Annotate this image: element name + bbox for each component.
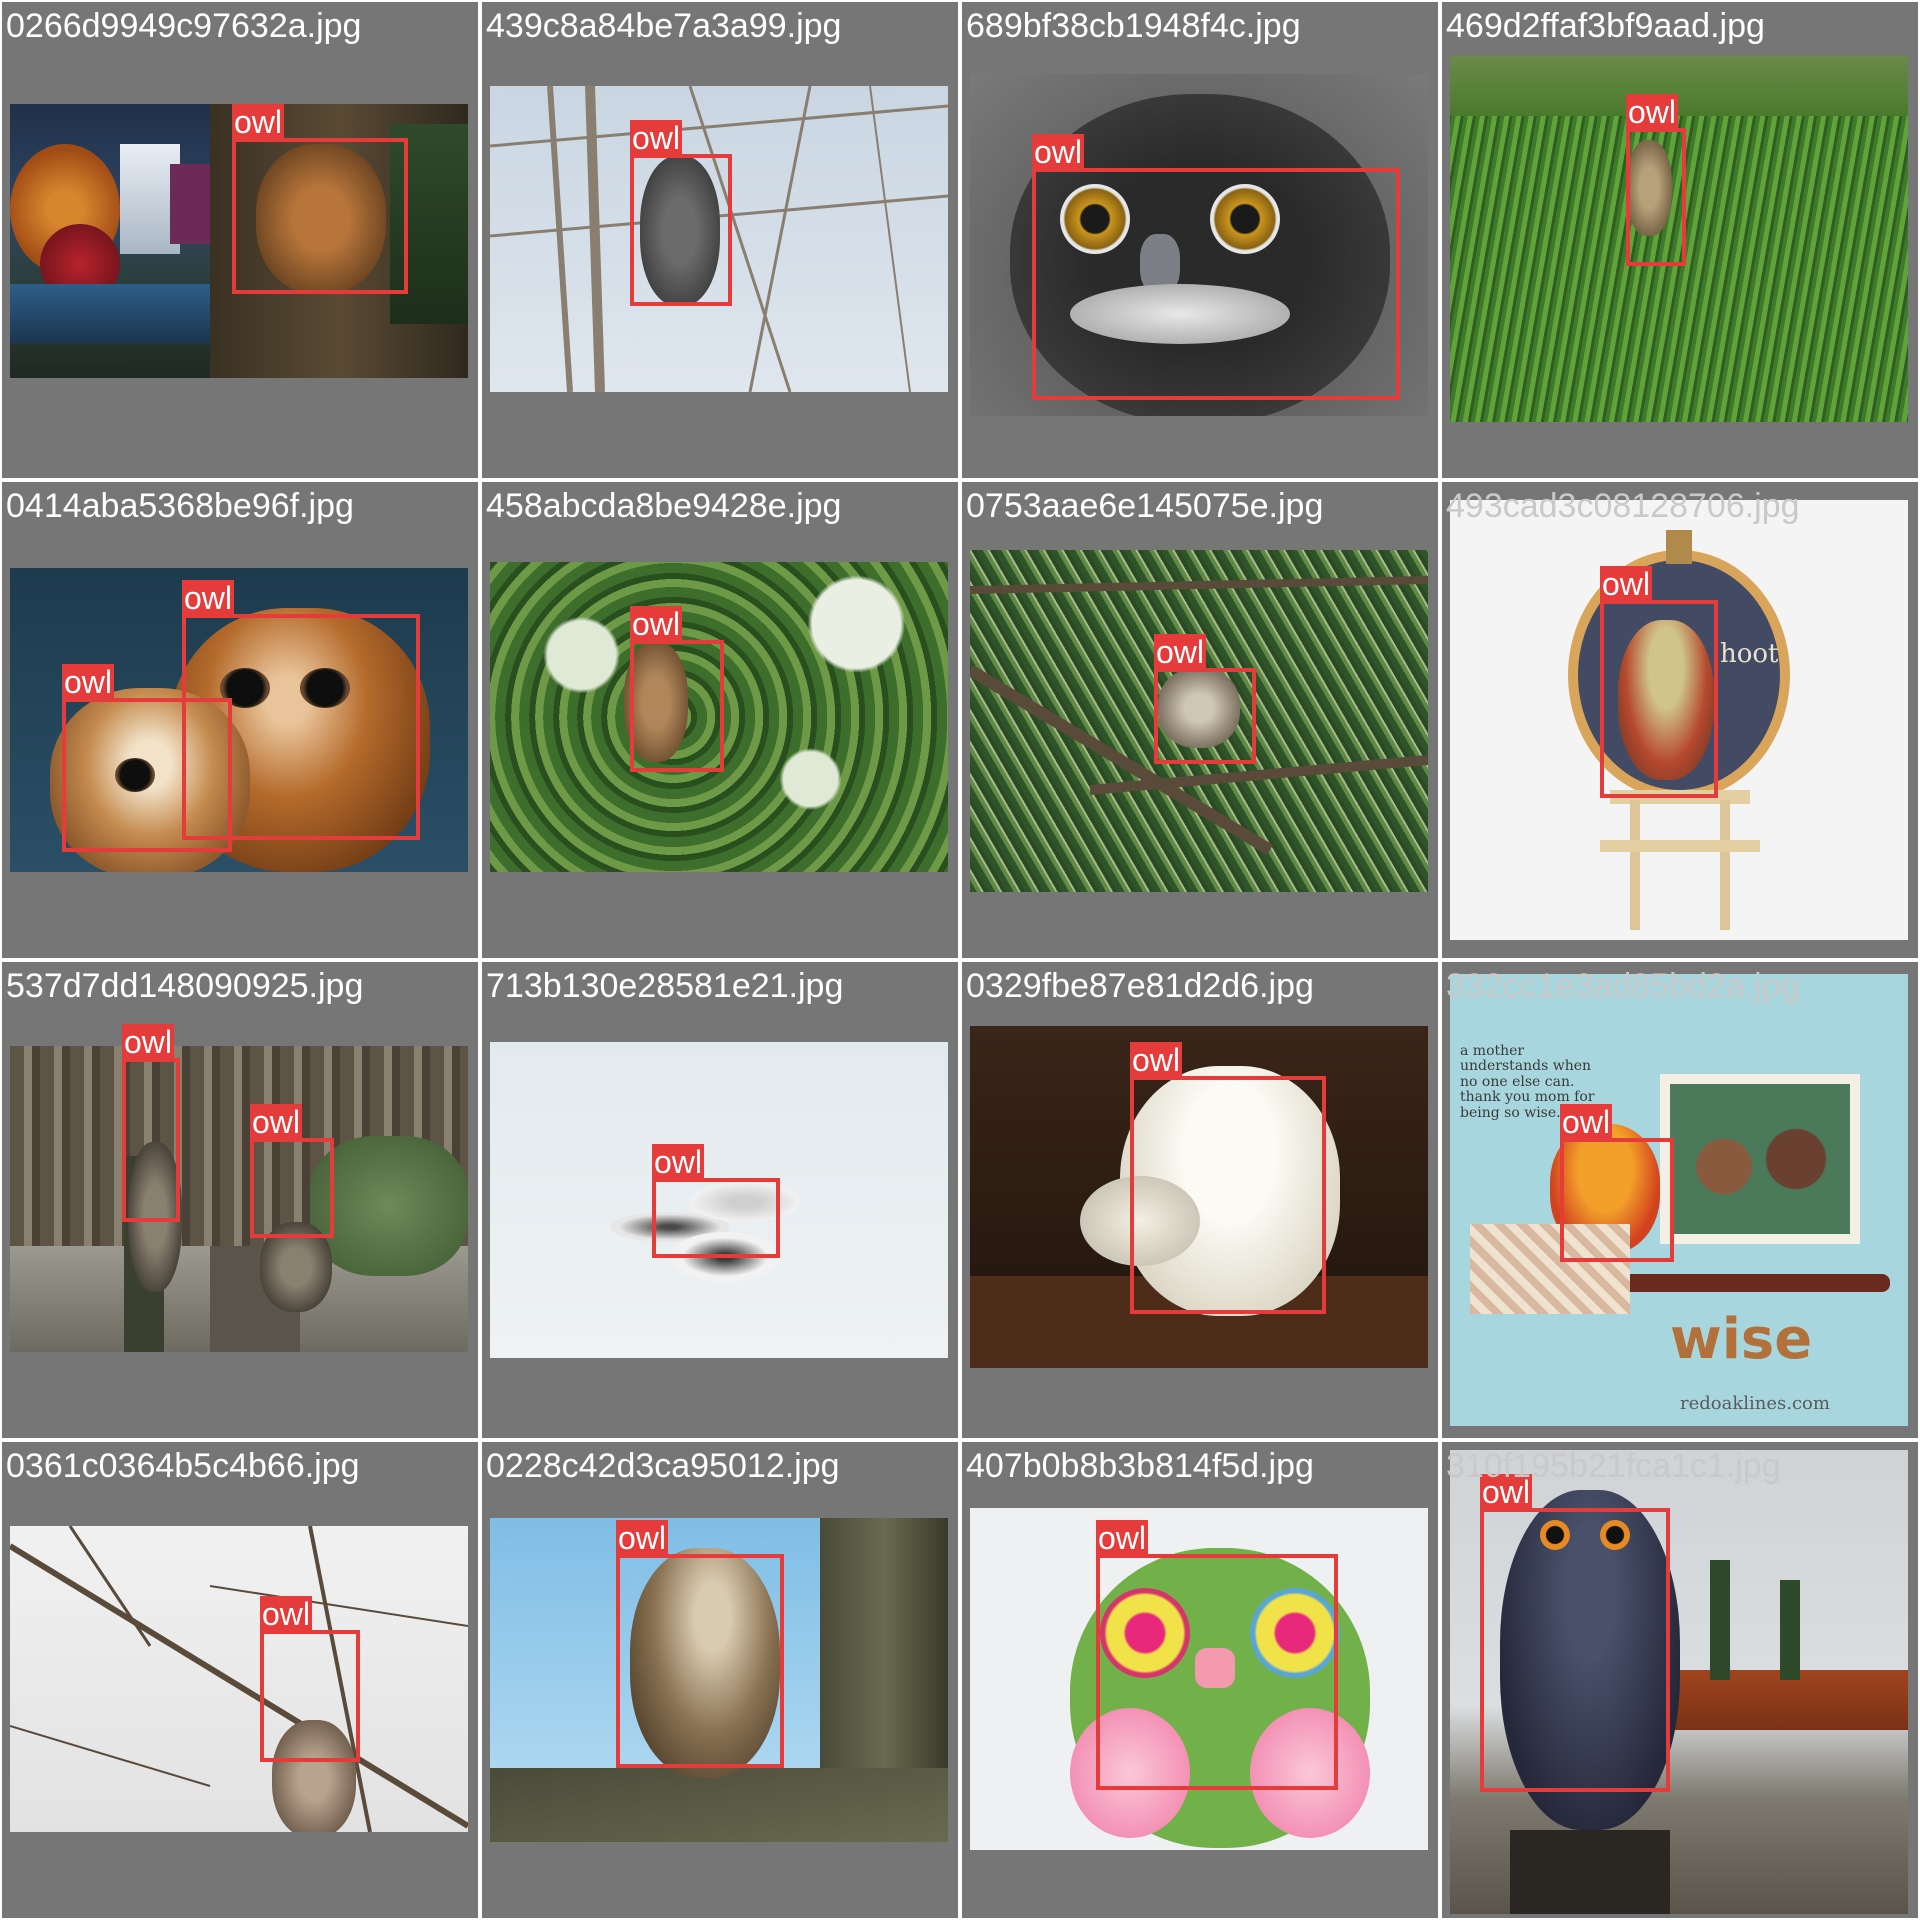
bounding-box — [1096, 1554, 1338, 1790]
image-tile: owl owl 0414aba5368be96f.jpg — [2, 482, 478, 958]
filename-label: 439c8a84be7a3a99.jpg — [486, 7, 842, 45]
photo — [10, 1526, 468, 1832]
detection-label: owl — [630, 606, 683, 642]
bounding-box — [1560, 1138, 1674, 1262]
bounding-box — [1130, 1076, 1326, 1314]
filename-label: 469d2ffaf3bf9aad.jpg — [1446, 7, 1765, 45]
detection-label: owl — [1154, 634, 1207, 670]
branch — [10, 1543, 468, 1829]
image-tile: owl owl 537d7dd148090925.jpg — [2, 962, 478, 1438]
image-tile: owl 407b0b8b3b814f5d.jpg — [962, 1442, 1438, 1918]
bounding-box — [122, 1058, 180, 1222]
image-tile: owl 0361c0364b5c4b66.jpg — [2, 1442, 478, 1918]
image-tile: owl 713b130e28581e21.jpg — [482, 962, 958, 1438]
bounding-box — [260, 1630, 360, 1762]
embroidery-word: hoot — [1720, 639, 1779, 669]
branch — [970, 576, 1428, 594]
filename-label: 332cc1e3ad85bd2a.jpg — [1446, 967, 1800, 1005]
image-tile: hoot owl 493cad3c08128706.jpg — [1442, 482, 1918, 958]
filename-label: 458abcda8be9428e.jpg — [486, 487, 842, 525]
bounding-box — [630, 640, 724, 772]
branch — [490, 104, 948, 148]
photo — [10, 1046, 468, 1352]
detection-grid: owl 0266d9949c97632a.jpg owl 439c8a84be7a3a… — [0, 0, 1920, 1920]
image-tile: owl 439c8a84be7a3a99.jpg — [482, 2, 958, 478]
detection-label: owl — [62, 664, 115, 700]
detection-label: owl — [1032, 134, 1085, 170]
filename-label: 407b0b8b3b814f5d.jpg — [966, 1447, 1314, 1485]
filename-label: 0266d9949c97632a.jpg — [6, 7, 362, 45]
detection-label: owl — [616, 1520, 669, 1556]
detection-label: owl — [652, 1144, 705, 1180]
filename-label: 310f195b21fca1c1.jpg — [1446, 1447, 1781, 1485]
scene-shape — [10, 284, 210, 344]
detection-label: owl — [182, 580, 235, 616]
image-tile: owl 0753aae6e145075e.jpg — [962, 482, 1438, 958]
branch — [209, 1585, 468, 1627]
bounding-box — [62, 698, 232, 852]
scene-shape — [1510, 1830, 1670, 1914]
detection-label: owl — [260, 1596, 313, 1632]
filename-label: 493cad3c08128706.jpg — [1446, 487, 1800, 525]
filename-label: 537d7dd148090925.jpg — [6, 967, 364, 1005]
scene-shape — [1780, 1580, 1800, 1680]
bounding-box — [1600, 600, 1718, 798]
detection-label: owl — [122, 1024, 175, 1060]
bounding-box — [1626, 128, 1686, 266]
bounding-box — [1154, 668, 1256, 764]
scene-shape — [1666, 530, 1692, 564]
branch — [869, 86, 911, 392]
scene-shape — [1650, 1670, 1908, 1730]
filename-label: 0329fbe87e81d2d6.jpg — [966, 967, 1314, 1005]
scene-shape — [1670, 1084, 1850, 1234]
filename-label: 0414aba5368be96f.jpg — [6, 487, 354, 525]
detection-label: owl — [1130, 1042, 1183, 1078]
branch — [547, 86, 573, 392]
detection-label: owl — [1096, 1520, 1149, 1556]
bounding-box — [1480, 1508, 1670, 1792]
image-tile: owl 0329fbe87e81d2d6.jpg — [962, 962, 1438, 1438]
image-tile: owl 689bf38cb1948f4c.jpg — [962, 2, 1438, 478]
branch — [748, 86, 812, 392]
detection-label: owl — [250, 1104, 303, 1140]
detection-label: owl — [1560, 1104, 1613, 1140]
branch — [585, 86, 605, 392]
branches — [10, 1526, 468, 1832]
scrapbook-word: wise — [1670, 1307, 1813, 1372]
image-tile: owl 310f195b21fca1c1.jpg — [1442, 1442, 1918, 1918]
bounding-box — [630, 154, 732, 306]
image-tile: owl 0228c42d3ca95012.jpg — [482, 1442, 958, 1918]
bounding-box — [250, 1138, 334, 1238]
filename-label: 689bf38cb1948f4c.jpg — [966, 7, 1301, 45]
filename-label: 713b130e28581e21.jpg — [486, 967, 844, 1005]
image-tile: owl 458abcda8be9428e.jpg — [482, 482, 958, 958]
filename-label: 0361c0364b5c4b66.jpg — [6, 1447, 360, 1485]
bounding-box — [1032, 168, 1400, 400]
branch — [10, 1725, 211, 1787]
image-tile: owl 469d2ffaf3bf9aad.jpg — [1442, 2, 1918, 478]
scene-shape — [1450, 56, 1908, 116]
detection-label: owl — [232, 104, 285, 140]
branch — [68, 1526, 152, 1647]
scene-shape — [490, 1768, 948, 1842]
scrapbook-credit: redoaklines.com — [1680, 1393, 1830, 1414]
detection-label: owl — [630, 120, 683, 156]
bounding-box — [652, 1178, 780, 1258]
scene-shape — [1720, 800, 1730, 930]
detection-label: owl — [1626, 94, 1679, 130]
scene-shape — [1710, 1560, 1730, 1680]
detection-label: owl — [1600, 566, 1653, 602]
image-tile: a mother understands when no one else ca… — [1442, 962, 1918, 1438]
bounding-box — [232, 138, 408, 294]
photo: a mother understands when no one else ca… — [1450, 974, 1908, 1426]
scene-shape — [1630, 800, 1640, 930]
image-tile: owl 0266d9949c97632a.jpg — [2, 2, 478, 478]
scene-shape — [1600, 840, 1760, 852]
filename-label: 0753aae6e145075e.jpg — [966, 487, 1324, 525]
filename-label: 0228c42d3ca95012.jpg — [486, 1447, 840, 1485]
bounding-box — [616, 1554, 784, 1768]
